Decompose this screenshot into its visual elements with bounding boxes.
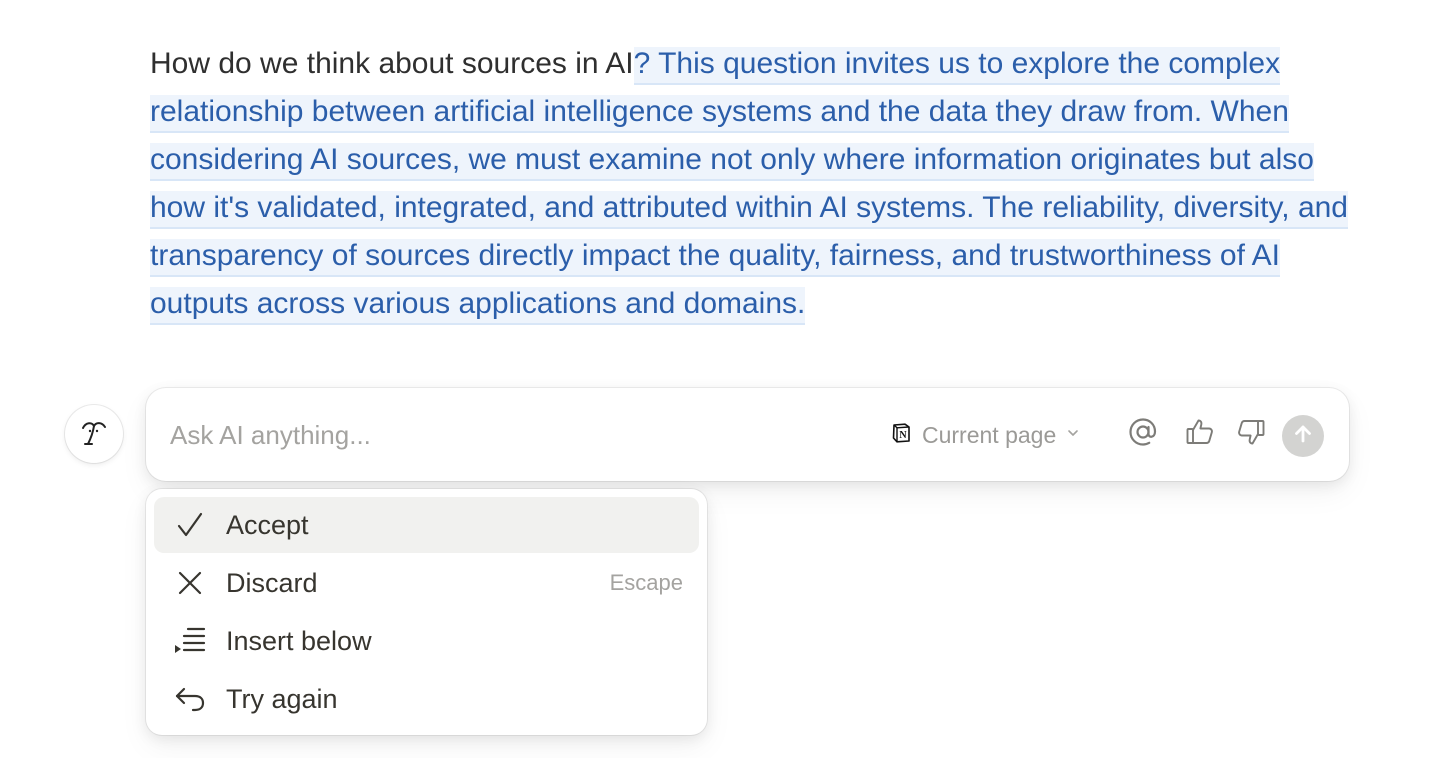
menu-item-label: Insert below [226, 625, 372, 656]
scope-label: Current page [922, 421, 1057, 448]
user-text: How do we think about sources in AI [150, 47, 634, 80]
at-sign-icon [1126, 415, 1160, 454]
paragraph-block[interactable]: How do we think about sources in AI? Thi… [150, 40, 1350, 328]
check-icon [172, 507, 208, 543]
page: How do we think about sources in AI? Thi… [0, 0, 1434, 758]
menu-item-label: Discard [226, 567, 318, 598]
menu-item-insert-below[interactable]: Insert below [154, 613, 699, 669]
menu-item-accept[interactable]: Accept [154, 497, 699, 553]
ai-prompt-bar: N Current page [146, 388, 1349, 481]
ask-ai-input[interactable] [170, 412, 850, 458]
mention-button[interactable] [1123, 414, 1163, 454]
thumbs-down-icon [1235, 416, 1267, 453]
menu-item-try-again[interactable]: Try again [154, 671, 699, 727]
menu-item-discard[interactable]: Discard Escape [154, 555, 699, 611]
close-icon [172, 565, 208, 601]
like-button[interactable] [1180, 414, 1220, 454]
undo-arrow-icon [172, 681, 208, 717]
insert-below-icon [172, 623, 208, 659]
ai-generated-text: ? This question invites us to explore th… [150, 47, 1348, 325]
send-button[interactable] [1282, 415, 1324, 457]
keyboard-shortcut: Escape [609, 570, 683, 595]
dislike-button[interactable] [1231, 414, 1271, 454]
menu-item-label: Try again [226, 683, 338, 714]
context-scope-dropdown[interactable]: N Current page [890, 416, 1080, 454]
ai-response-actions-menu: Accept Discard Escape Insert below Try a… [146, 489, 707, 735]
notion-icon: N [890, 422, 912, 449]
thumbs-up-icon [1184, 416, 1216, 453]
menu-item-label: Accept [226, 509, 309, 540]
svg-text:N: N [899, 430, 907, 441]
chevron-down-icon [1066, 426, 1080, 445]
arrow-up-icon [1291, 422, 1315, 451]
notion-ai-avatar-icon [65, 405, 123, 463]
